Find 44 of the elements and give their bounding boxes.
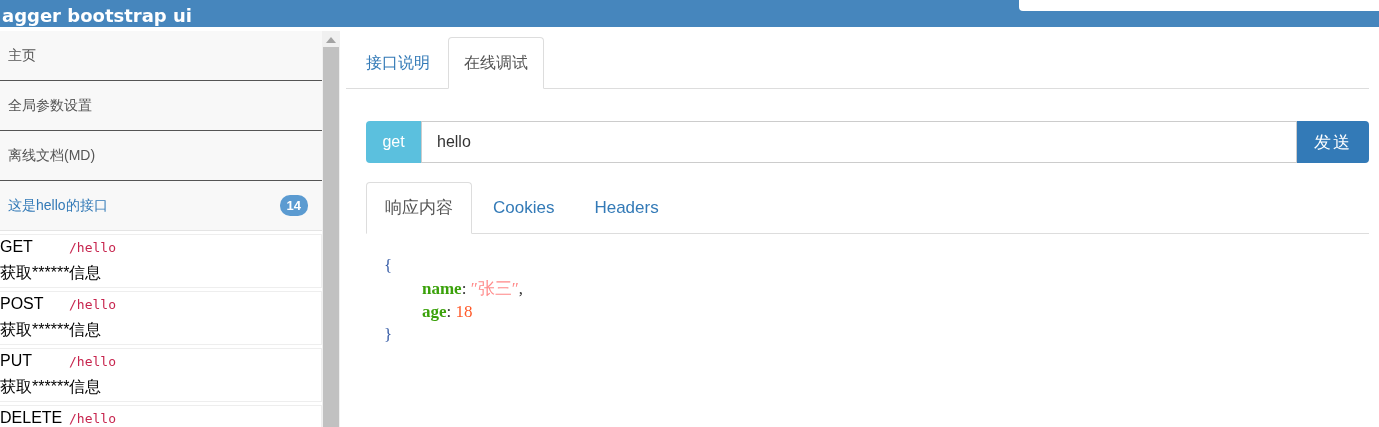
tab[interactable]: Cookies bbox=[474, 182, 574, 233]
json-comma: , bbox=[518, 279, 524, 298]
menu-label: 离线文档(MD) bbox=[8, 146, 96, 165]
tab[interactable]: 在线调试 bbox=[448, 37, 544, 89]
json-value: ″张三″ bbox=[470, 279, 519, 298]
app-title: agger bootstrap ui bbox=[1, 5, 192, 27]
api-item[interactable]: POST /hello 获取******信息 bbox=[0, 291, 322, 345]
method-label: get bbox=[366, 121, 421, 163]
send-button[interactable]: 发送 bbox=[1297, 121, 1369, 163]
search-field[interactable] bbox=[1019, 0, 1379, 11]
api-path: /hello bbox=[69, 239, 116, 255]
json-brace: { bbox=[384, 255, 394, 277]
http-method: DELETE bbox=[0, 409, 64, 427]
menu-label: 这是hello的接口 bbox=[8, 196, 108, 215]
json-key: age bbox=[422, 302, 447, 321]
sidebar-item[interactable]: 离线文档(MD) bbox=[0, 131, 322, 181]
json-colon: : bbox=[446, 302, 452, 321]
api-summary: 获取******信息 bbox=[0, 377, 103, 397]
count-badge: 14 bbox=[279, 195, 308, 216]
http-method: POST bbox=[0, 295, 45, 313]
api-path: /hello bbox=[69, 296, 116, 312]
tab[interactable]: 接口说明 bbox=[350, 37, 446, 88]
tab[interactable]: 响应内容 bbox=[366, 182, 472, 234]
json-brace: } bbox=[384, 324, 394, 346]
api-path: /hello bbox=[69, 353, 116, 369]
api-path: /hello bbox=[69, 410, 116, 426]
menu-label: 主页 bbox=[8, 46, 36, 65]
sidebar-item[interactable]: 主页 bbox=[0, 31, 322, 81]
sidebar-item[interactable]: 这是hello的接口 14 bbox=[0, 181, 322, 231]
api-item[interactable]: GET /hello 获取******信息 bbox=[0, 234, 322, 288]
api-summary: 获取******信息 bbox=[0, 263, 103, 283]
http-method: GET bbox=[0, 238, 34, 256]
scroll-up-icon[interactable] bbox=[326, 37, 336, 43]
api-item[interactable]: DELETE /hello bbox=[0, 405, 322, 427]
menu-label: 全局参数设置 bbox=[8, 96, 92, 115]
sidebar-item[interactable]: 全局参数设置 bbox=[0, 81, 322, 131]
json-colon: : bbox=[461, 279, 467, 298]
api-summary: 获取******信息 bbox=[0, 320, 103, 340]
http-method: PUT bbox=[0, 352, 33, 370]
tab[interactable]: Headers bbox=[575, 182, 678, 233]
json-value: 18 bbox=[455, 302, 473, 321]
api-item[interactable]: PUT /hello 获取******信息 bbox=[0, 348, 322, 402]
json-key: name bbox=[422, 279, 462, 298]
url-field[interactable]: hello bbox=[421, 121, 1297, 163]
